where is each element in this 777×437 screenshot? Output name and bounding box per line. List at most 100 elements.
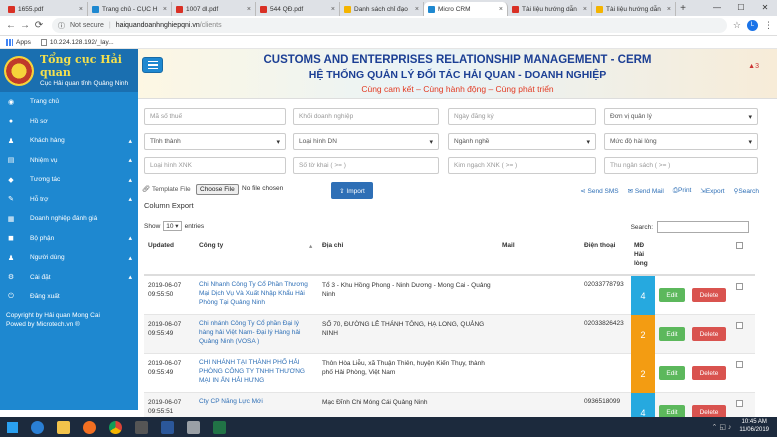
sidebar-item[interactable]: ● Hồ sơ (0, 112, 138, 132)
tab-close-icon[interactable]: × (499, 6, 503, 13)
url-field[interactable]: ⓘ Not secure | haiquandoanhnghiepqni.vn … (52, 18, 727, 33)
sidebar-item[interactable]: ◆ Tương tác ▴ (0, 170, 138, 190)
sidebar-item[interactable]: ◉ Trang chủ (0, 92, 138, 112)
browser-menu-icon[interactable]: ⋮ (764, 20, 773, 31)
edit-button[interactable]: Edit (659, 327, 685, 341)
column-export-label[interactable]: Column Export (144, 201, 194, 210)
table-search-input[interactable] (657, 221, 749, 233)
tax-code-input[interactable]: Mã số thuế (144, 108, 286, 125)
col-phone[interactable]: Điện thoại (584, 242, 615, 249)
browser-tab[interactable]: Tài liệu hướng dẫn × (508, 2, 592, 16)
row-checkbox[interactable] (736, 361, 743, 368)
browser-tab[interactable]: 1655.pdf × (4, 2, 88, 16)
notification-badge[interactable]: ▲3 (748, 63, 759, 70)
row-checkbox[interactable] (736, 322, 743, 329)
new-tab-button[interactable]: + (676, 2, 690, 16)
cell-company-link[interactable]: Chi Nhanh Công Ty Cổ Phần Thương Mại Dịc… (199, 281, 314, 307)
export-link[interactable]: ⇲Export (700, 187, 724, 195)
chrome-icon[interactable] (102, 417, 128, 437)
tab-close-icon[interactable]: × (667, 6, 671, 13)
browser-tab[interactable]: Micro CRM × (424, 2, 508, 16)
cell-company-link[interactable]: CHI NHÁNH TẠI THÀNH PHỐ HẢI PHÒNG CÔNG T… (199, 359, 314, 385)
row-checkbox[interactable] (736, 283, 743, 290)
tab-close-icon[interactable]: × (163, 6, 167, 13)
print-link[interactable]: ⎙Print (673, 187, 692, 195)
browser-tab[interactable]: Tài liệu hướng dẫn × (592, 2, 676, 16)
turnover-input[interactable]: Kim ngạch XNK ( >= ) (448, 157, 596, 174)
col-address[interactable]: Địa chỉ (322, 242, 343, 249)
excel-icon[interactable] (206, 417, 232, 437)
search-link[interactable]: ⚲Search (734, 187, 759, 195)
browser-tab[interactable]: Trang chủ - CỤC H × (88, 2, 172, 16)
bookmark-apps[interactable]: Apps (6, 38, 31, 46)
col-mail[interactable]: Mail (502, 242, 515, 249)
info-icon[interactable]: ⓘ (58, 21, 65, 31)
choose-file-button[interactable]: Choose File (196, 184, 239, 195)
app-icon[interactable] (128, 417, 154, 437)
tab-close-icon[interactable]: × (331, 6, 335, 13)
browser-tab[interactable]: 1007 dl.pdf × (172, 2, 256, 16)
select-all-checkbox[interactable] (736, 242, 743, 249)
ie-icon[interactable] (24, 417, 50, 437)
browser-tab[interactable]: Danh sách chỉ đạo × (340, 2, 424, 16)
close-window-icon[interactable]: ✕ (753, 0, 777, 16)
explorer-icon[interactable] (50, 417, 76, 437)
edit-button[interactable]: Edit (659, 366, 685, 380)
budget-revenue-input[interactable]: Thu ngân sách ( >= ) (604, 157, 758, 174)
logo[interactable]: Tổng cục Hải quan Cục Hải quan tỉnh Quản… (0, 49, 138, 92)
back-icon[interactable]: ← (4, 20, 18, 31)
sidebar-item[interactable]: ♟ Khách hàng ▴ (0, 131, 138, 151)
sidebar-item[interactable]: ▦ Doanh nghiệp đánh giá (0, 209, 138, 229)
province-select[interactable]: Tỉnh thành (144, 133, 286, 150)
browser-tab[interactable]: 544 QĐ.pdf × (256, 2, 340, 16)
forward-icon[interactable]: → (18, 20, 32, 31)
enterprise-block-input[interactable]: Khối doanh nghiệp (293, 108, 439, 125)
delete-button[interactable]: Delete (692, 366, 726, 380)
template-file-link[interactable]: 🔗︎ Template File (142, 185, 191, 193)
enterprise-type-select[interactable]: Loại hình DN (293, 133, 439, 150)
profile-avatar[interactable]: L (747, 20, 758, 31)
sidebar-item[interactable]: ⏻ Đăng xuất (0, 287, 138, 307)
tab-close-icon[interactable]: × (247, 6, 251, 13)
declaration-count-input[interactable]: Số tờ khai ( >= ) (293, 157, 439, 174)
file-icon[interactable] (180, 417, 206, 437)
cell-company-link[interactable]: Chi nhánh Công Ty Cổ phần Đại lý hàng hả… (199, 320, 314, 346)
bookmark-star-icon[interactable]: ☆ (733, 20, 741, 31)
industry-select[interactable]: Ngành nghề (448, 133, 596, 150)
management-unit-select[interactable]: Đơn vị quản lý (604, 108, 758, 125)
media-icon[interactable] (76, 417, 102, 437)
row-checkbox[interactable] (736, 400, 743, 407)
maximize-icon[interactable]: ☐ (729, 0, 753, 16)
tray-icons[interactable]: ⌃ ◱ ♪ (712, 423, 732, 431)
tab-close-icon[interactable]: × (583, 6, 587, 13)
col-company[interactable]: Công ty (199, 242, 223, 249)
reload-icon[interactable]: ⟳ (32, 20, 46, 31)
xnk-type-input[interactable]: Loại hình XNK (144, 157, 286, 174)
col-satisfaction[interactable]: MĐ Hài lòng (634, 242, 656, 268)
import-button[interactable]: ⇪ Import (331, 182, 373, 199)
entries-select[interactable]: 10 ▾ (163, 221, 182, 231)
sidebar-item[interactable]: ⚙ Cài đặt ▴ (0, 268, 138, 288)
col-updated[interactable]: Updated (148, 242, 174, 249)
sort-asc-icon[interactable]: ▴ (309, 242, 312, 250)
sidebar-item[interactable]: ▤ Nhiệm vụ ▴ (0, 151, 138, 171)
bookmark-link[interactable]: 10.224.128.192/_lay... (40, 38, 114, 46)
satisfaction-select[interactable]: Mức độ hài lòng (604, 133, 758, 150)
start-icon[interactable] (0, 417, 24, 437)
registration-date-input[interactable]: Ngày đăng ký (448, 108, 596, 125)
tab-close-icon[interactable]: × (415, 6, 419, 13)
sidebar-item[interactable]: ✎ Hỗ trợ ▴ (0, 190, 138, 210)
minimize-icon[interactable]: — (705, 0, 729, 16)
clock[interactable]: 10:45 AM 11/06/2019 (739, 419, 777, 435)
send-mail-link[interactable]: ✉︎ Send Mail (628, 187, 664, 195)
edit-button[interactable]: Edit (659, 288, 685, 302)
word-icon[interactable] (154, 417, 180, 437)
cell-company-link[interactable]: Cty CP Năng Lực Mới (199, 398, 314, 407)
delete-button[interactable]: Delete (692, 288, 726, 302)
tab-label: 1655.pdf (18, 5, 44, 13)
tab-close-icon[interactable]: × (79, 6, 83, 13)
sidebar-item[interactable]: ◼ Bộ phận ▴ (0, 229, 138, 249)
delete-button[interactable]: Delete (692, 327, 726, 341)
send-sms-link[interactable]: ⋖ Send SMS (580, 187, 618, 195)
sidebar-item[interactable]: ♟ Người dùng ▴ (0, 248, 138, 268)
